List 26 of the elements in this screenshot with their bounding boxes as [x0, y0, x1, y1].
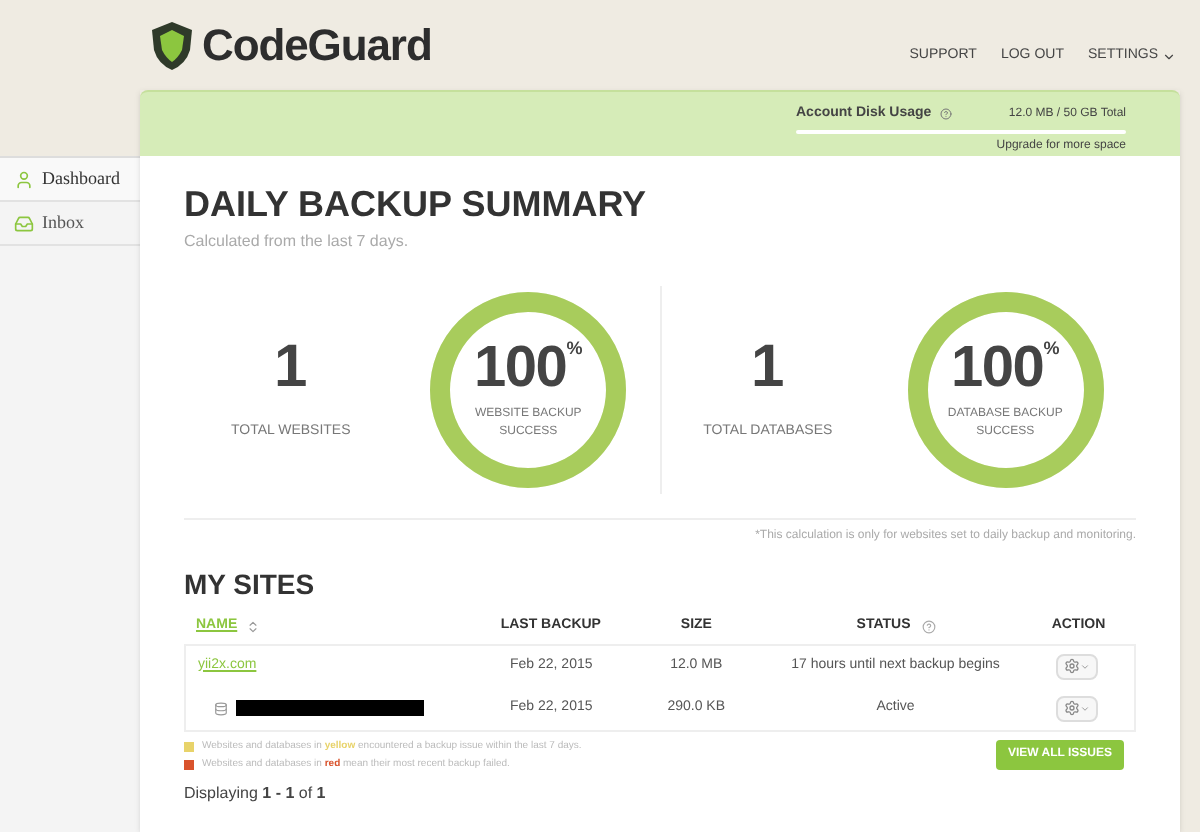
percent-sign: % [1043, 339, 1060, 357]
sidebar-item[interactable]: Dashboard [0, 158, 140, 202]
settings-icon [1063, 658, 1080, 674]
logo-text: CodeGuard [202, 18, 432, 74]
settings-icon [1063, 700, 1080, 716]
caret-icon [1079, 661, 1090, 671]
summary-subtitle: Calculated from the last 7 days. [184, 230, 411, 254]
shield-logo-icon [150, 19, 194, 71]
percent-sign: % [566, 339, 583, 357]
person-icon [14, 169, 34, 189]
sort-icon[interactable] [245, 619, 260, 634]
action-menu-button[interactable] [1055, 695, 1098, 721]
percent-value: 100 [951, 339, 1044, 397]
help-icon[interactable] [922, 619, 937, 634]
caret-icon [1162, 50, 1176, 64]
database-icon [214, 701, 228, 715]
percent-value: 100 [474, 339, 567, 397]
count-value: 1 [751, 337, 785, 398]
help-icon[interactable] [939, 108, 952, 121]
pagination-text: Displaying 1 - 1 of 1 [184, 781, 328, 805]
summary-title: DAILY BACKUP SUMMARY [184, 186, 649, 222]
action-menu-button[interactable] [1055, 653, 1098, 679]
sites-title: MY SITES [184, 570, 317, 598]
caret-icon [1079, 703, 1090, 713]
count-value: 1 [274, 337, 308, 398]
inbox-icon [14, 213, 34, 233]
